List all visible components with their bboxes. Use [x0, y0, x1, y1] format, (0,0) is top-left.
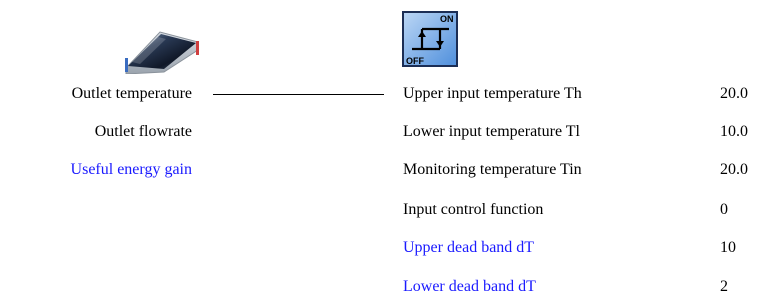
input-lower-dead-band[interactable]: Lower dead band dT [403, 277, 536, 297]
output-useful-energy-gain[interactable]: Useful energy gain [71, 160, 192, 180]
solar-collector-icon[interactable] [120, 28, 202, 75]
controller-on-text: ON [440, 14, 454, 24]
input-lower-dead-band-value: 2 [720, 278, 728, 295]
input-control-function-value: 0 [720, 201, 728, 218]
input-upper-dead-band[interactable]: Upper dead band dT [403, 238, 534, 258]
input-upper-input-temperature-value: 20.0 [720, 85, 748, 102]
connection-link-line[interactable] [213, 94, 384, 95]
input-upper-input-temperature[interactable]: Upper input temperature Th [403, 84, 582, 104]
output-outlet-flowrate[interactable]: Outlet flowrate [95, 122, 192, 142]
connection-canvas: ON OFF Outlet temperature Outlet flowrat… [0, 0, 758, 298]
input-monitoring-temperature-value: 20.0 [720, 161, 748, 178]
on-off-controller-icon[interactable]: ON OFF [402, 11, 458, 67]
output-outlet-temperature[interactable]: Outlet temperature [72, 84, 192, 104]
input-control-function[interactable]: Input control function [403, 200, 543, 220]
input-monitoring-temperature[interactable]: Monitoring temperature Tin [403, 160, 582, 180]
input-lower-input-temperature-value: 10.0 [720, 123, 748, 140]
input-lower-input-temperature[interactable]: Lower input temperature Tl [403, 122, 580, 142]
input-upper-dead-band-value: 10 [720, 239, 736, 256]
controller-off-text: OFF [406, 56, 424, 66]
